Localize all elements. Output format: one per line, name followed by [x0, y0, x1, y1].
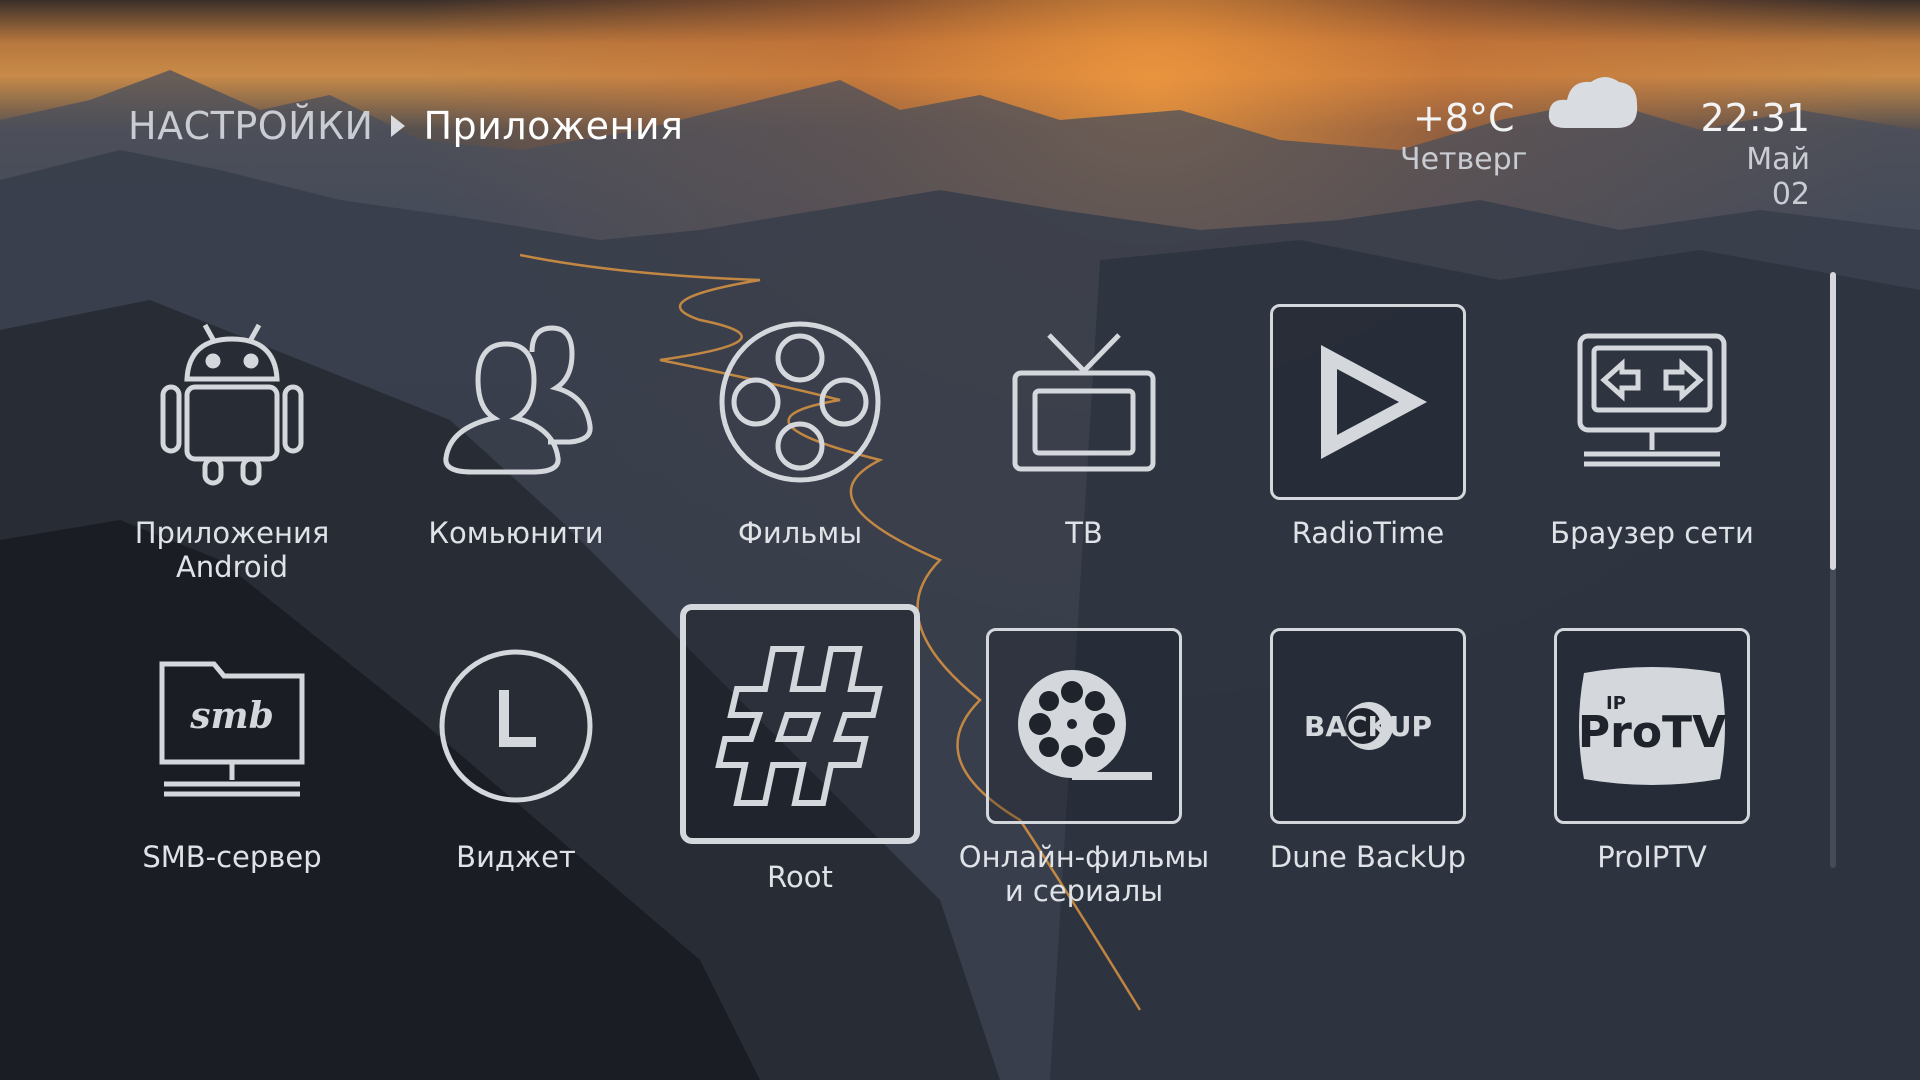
app-tile-root[interactable]: Root	[658, 604, 942, 894]
app-icon-frame	[134, 304, 330, 500]
app-icon-frame: IP ProTV	[1554, 628, 1750, 824]
app-tile-community[interactable]: Комьюнити	[374, 304, 658, 550]
film-reel-icon	[1018, 670, 1152, 780]
app-label: Root	[767, 860, 833, 894]
svg-text:smb: smb	[189, 695, 274, 737]
smb-folder-icon: smb	[159, 661, 305, 797]
app-tile-radiotime[interactable]: RadioTime	[1226, 304, 1510, 550]
app-label: RadioTime	[1291, 516, 1445, 550]
app-label: Онлайн-фильмы и сериалы	[958, 840, 1210, 908]
app-tile-proiptv[interactable]: IP ProTV ProIPTV	[1510, 628, 1794, 874]
play-icon	[1321, 345, 1427, 459]
app-label: Браузер сети	[1550, 516, 1754, 550]
app-tile-smb-server[interactable]: smb SMB-сервер	[90, 628, 374, 874]
app-tile-films[interactable]: Фильмы	[658, 304, 942, 550]
proiptv-logo-icon: IP ProTV	[1578, 667, 1726, 785]
scrollbar-thumb[interactable]	[1830, 272, 1836, 570]
android-icon	[160, 323, 304, 486]
app-icon-frame	[986, 628, 1182, 824]
app-icon-frame: smb	[134, 628, 330, 824]
app-icon-frame	[986, 304, 1182, 500]
app-label: Комьюнити	[428, 516, 604, 550]
app-label: Фильмы	[737, 516, 863, 550]
film-reel-icon	[719, 321, 881, 483]
app-icon-frame: BACKUP	[1270, 628, 1466, 824]
svg-text:ProTV: ProTV	[1578, 707, 1726, 758]
app-icon-frame	[418, 304, 614, 500]
app-tile-dune-backup[interactable]: BACKUP Dune BackUp	[1226, 628, 1510, 874]
scrollbar[interactable]	[1830, 272, 1836, 868]
app-label: ProIPTV	[1597, 840, 1707, 874]
svg-text:BACKUP: BACKUP	[1304, 710, 1432, 743]
app-label: Виджет	[456, 840, 576, 874]
backup-logo-icon: BACKUP	[1304, 702, 1432, 750]
hash-icon	[715, 646, 883, 806]
apps-grid: Приложения Android Комьюнити Фильмы ТВ R…	[0, 0, 1920, 1080]
app-tile-network-browser[interactable]: Браузер сети	[1510, 304, 1794, 550]
tv-icon	[1012, 333, 1156, 472]
app-tile-tv[interactable]: ТВ	[942, 304, 1226, 550]
app-label: Dune BackUp	[1269, 840, 1467, 874]
app-icon-frame	[1554, 304, 1750, 500]
clock-icon	[439, 649, 593, 803]
users-icon	[443, 325, 593, 475]
app-tile-online-films[interactable]: Онлайн-фильмы и сериалы	[942, 628, 1226, 908]
app-icon-frame	[702, 304, 898, 500]
app-label: ТВ	[1065, 516, 1103, 550]
app-icon-frame	[418, 628, 614, 824]
app-icon-frame	[680, 604, 920, 844]
network-browser-icon	[1577, 333, 1727, 467]
app-tile-widget[interactable]: Виджет	[374, 628, 658, 874]
app-icon-frame	[1270, 304, 1466, 500]
app-label: SMB-сервер	[142, 840, 322, 874]
app-label: Приложения Android	[134, 516, 330, 584]
app-tile-android[interactable]: Приложения Android	[90, 304, 374, 584]
